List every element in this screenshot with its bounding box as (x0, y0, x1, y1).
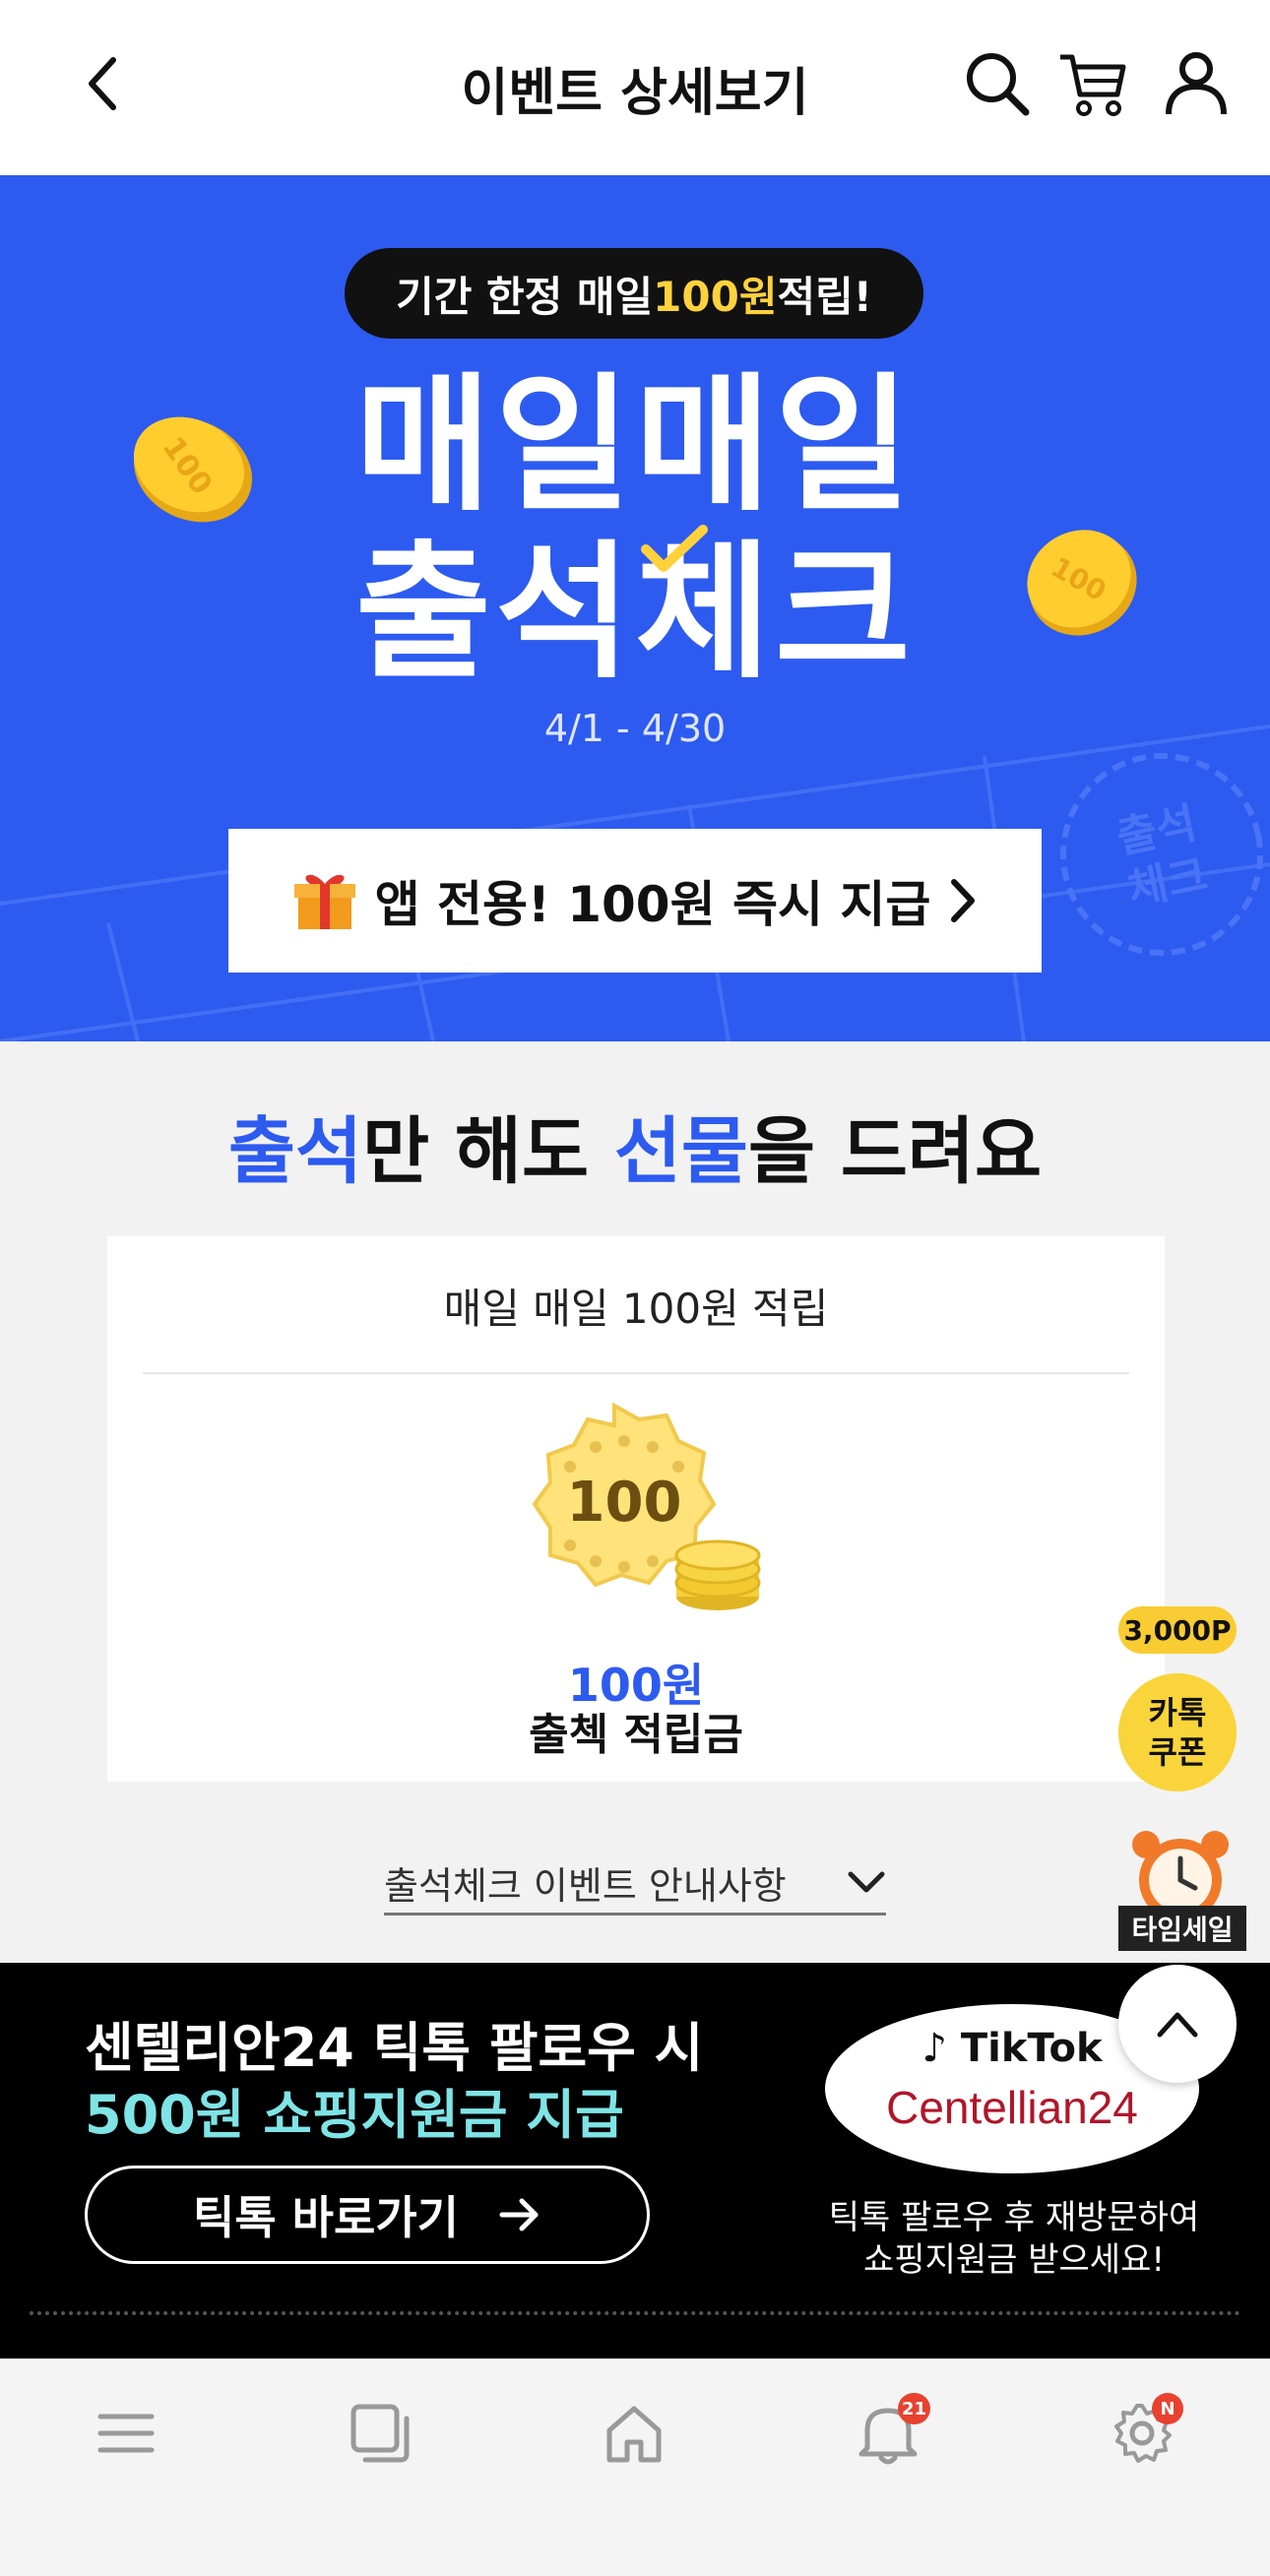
chevron-left-icon (89, 57, 116, 110)
tiktok-banner: 센텔리안24 틱톡 팔로우 시 500원 쇼핑지원금 지급 틱톡 바로가기 ♪ … (0, 1963, 1270, 2358)
chevron-up-icon (1157, 2012, 1198, 2038)
gift-heading-part1: 출석 (227, 1109, 363, 1194)
tiktok-line2: 500원 쇼핑지원금 지급 (85, 2084, 624, 2146)
badge-value: 100 (567, 1471, 682, 1535)
scroll-top-button[interactable] (1118, 1965, 1237, 2083)
notice-label: 출석체크 이벤트 안내사항 (384, 1864, 787, 1908)
settings-badge: N (1152, 2393, 1183, 2424)
search-icon (967, 53, 1030, 116)
cart-icon (1060, 54, 1126, 116)
account-button[interactable] (1152, 39, 1240, 128)
gift-heading: 출석만 해도 선물을 드려요 (0, 1093, 1270, 1198)
user-icon (1166, 52, 1227, 115)
limited-offer-pill: 기간 한정 매일 100원 적립! (345, 248, 923, 339)
gift-icon (293, 874, 355, 929)
pill-text-post: 적립! (777, 272, 872, 321)
tiktok-button-label: 틱톡 바로가기 (193, 2191, 459, 2244)
reward-card: 매일 매일 100원 적립 100 100원 출첵 적립금 (107, 1236, 1165, 1782)
coin-icon: 100 (133, 416, 253, 523)
coin-badge-icon: 100 (532, 1402, 761, 1610)
checkmark-icon (641, 525, 708, 572)
pill-text-highlight: 100원 (653, 272, 778, 321)
search-button[interactable] (953, 39, 1042, 128)
event-date-range: 4/1 - 4/30 (543, 707, 727, 750)
chevron-down-icon (848, 1871, 885, 1892)
nav-recent[interactable] (321, 2379, 439, 2487)
cart-button[interactable] (1048, 39, 1136, 128)
stamp-decoration: 출석 체크 (1060, 753, 1263, 956)
tiktok-go-button[interactable]: 틱톡 바로가기 (85, 2166, 650, 2264)
brand-logo-text: Centellian24 (886, 2082, 1138, 2133)
nav-settings[interactable]: N (1083, 2379, 1201, 2487)
gift-heading-part4: 을 드려요 (748, 1109, 1043, 1194)
recent-icon (350, 2404, 410, 2463)
app-button-label: 앱 전용! 100원 즉시 지급 (374, 876, 931, 933)
dotted-divider (30, 2311, 1240, 2315)
menu-icon (97, 2414, 155, 2453)
nav-home[interactable] (575, 2379, 693, 2487)
top-header: 이벤트 상세보기 (0, 0, 1270, 175)
arrow-right-icon (499, 2198, 539, 2231)
pill-text-pre: 기간 한정 매일 (396, 272, 654, 321)
nav-menu[interactable] (67, 2379, 185, 2487)
back-button[interactable] (57, 39, 146, 128)
points-badge: 3,000P (1118, 1606, 1237, 1654)
page: 이벤트 상세보기 출석 체크 기간 한정 매일 100원 적립! 매일매일 출석… (0, 0, 1270, 2576)
home-icon (606, 2406, 662, 2463)
tiktok-sub-text: 틱톡 팔로우 후 재방문하여 쇼핑지원금 받으세요! (828, 2198, 1200, 2280)
event-banner: 출석 체크 기간 한정 매일 100원 적립! 매일매일 출석체크 4/1 - … (0, 175, 1270, 1041)
reward-description: 출첵 적립금 (529, 1710, 743, 1760)
gift-heading-part2: 만 해도 (362, 1109, 614, 1194)
app-only-reward-button[interactable]: 앱 전용! 100원 즉시 지급 (228, 829, 1042, 973)
event-notice-toggle[interactable]: 출석체크 이벤트 안내사항 (384, 1853, 886, 1916)
gift-heading-part3: 선물 (613, 1109, 748, 1194)
nav-notifications[interactable]: 21 (829, 2379, 947, 2487)
chevron-right-icon (951, 879, 976, 922)
kakao-coupon-button[interactable]: 카톡 쿠폰 (1118, 1673, 1237, 1791)
reward-card-title: 매일 매일 100원 적립 (443, 1284, 829, 1333)
divider (143, 1372, 1129, 1374)
time-sale-label[interactable]: 타임세일 (1118, 1906, 1246, 1951)
coin-icon: 100 (1027, 530, 1137, 636)
notification-badge: 21 (898, 2393, 931, 2424)
bottom-nav: 21 N (0, 2358, 1270, 2576)
